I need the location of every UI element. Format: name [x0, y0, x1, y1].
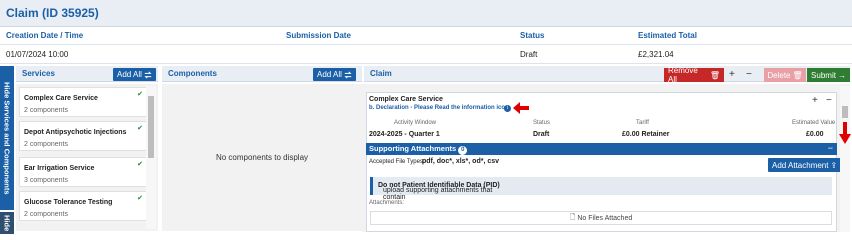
hide-services-tab[interactable]: Hide Services and Components — [0, 66, 14, 210]
hide-services-label: Hide Services and Components — [2, 81, 12, 195]
hide-tab-label: Hide — [2, 214, 12, 232]
components-area: No components to display — [162, 84, 362, 231]
declaration-link[interactable]: b. Declaration - Please Read the informa… — [369, 105, 509, 111]
check-icon: ✔ — [137, 161, 143, 168]
card-collapse-button[interactable]: − — [826, 95, 832, 106]
no-files-text: No Files Attached — [577, 214, 633, 222]
service-name: Ear Irrigation Service — [24, 165, 95, 172]
claim-title-bar: Claim (ID 35925) — [0, 0, 852, 27]
list-item[interactable]: Ear Irrigation Service 3 components ✔ — [19, 157, 147, 187]
remove-all-label: Remove All — [668, 66, 698, 84]
accepted-types-value: pdf, doc*, xls*, od*, csv — [422, 158, 500, 165]
service-count: 3 components — [24, 177, 68, 184]
row-tariff: £0.00 Retainer — [622, 131, 670, 138]
supporting-collapse-button[interactable]: − — [828, 143, 833, 153]
list-item[interactable]: Glucose Tolerance Testing 2 components ✔ — [19, 191, 147, 221]
service-count: 2 components — [24, 211, 68, 218]
check-icon: ✔ — [137, 125, 143, 132]
service-name: Depot Antipsychotic Injections — [24, 129, 127, 136]
services-list: Complex Care Service 2 components ✔ Depo… — [16, 84, 158, 231]
attachments-label: Attachments: — [369, 200, 405, 206]
service-count: 2 components — [24, 141, 68, 148]
submit-button[interactable]: Submit → — [807, 68, 850, 82]
claim-scrollbar[interactable] — [840, 86, 850, 232]
file-icon: 🗋 — [569, 213, 576, 221]
col-status: Status — [533, 120, 551, 126]
remove-all-button[interactable]: Remove All 🗑 — [664, 66, 724, 84]
card-expand-button[interactable]: + — [812, 95, 818, 106]
value-status: Draft — [520, 50, 538, 59]
service-name: Glucose Tolerance Testing — [24, 199, 113, 206]
value-creation-date: 01/07/2024 10:00 — [6, 50, 69, 59]
components-add-all-label: Add All — [317, 70, 342, 79]
accepted-types-label: Accepted File Types: — [369, 159, 425, 165]
annotation-arrow-left-icon — [513, 102, 529, 114]
list-item[interactable]: Depot Antipsychotic Injections 2 compone… — [19, 121, 147, 151]
check-icon: ✔ — [137, 91, 143, 98]
no-files-box: 🗋 No Files Attached — [370, 211, 832, 225]
claim-panel-title: Claim — [370, 69, 392, 78]
supporting-attachments-label: Supporting Attachments 0 — [369, 144, 468, 155]
submit-label: Submit — [811, 70, 836, 80]
delete-button[interactable]: Delete 🗑 — [764, 68, 806, 82]
arrow-right-icon: → — [837, 70, 846, 80]
components-add-all-button[interactable]: Add All — [313, 68, 356, 81]
service-count: 2 components — [24, 107, 68, 114]
header-status: Status — [520, 31, 545, 40]
upload-user-icon: ⇪ — [830, 160, 838, 170]
header-estimated-total: Estimated Total — [638, 31, 697, 40]
pid-warning-box: Do not upload supporting attachments tha… — [370, 177, 832, 201]
col-estimated-value: Estimated Value — [792, 120, 836, 126]
header-creation-date: Creation Date / Time — [6, 31, 84, 40]
hide-tab[interactable]: Hide — [0, 212, 14, 234]
services-scrollbar[interactable] — [146, 86, 156, 229]
row-status: Draft — [533, 131, 550, 138]
attachment-count-badge: 0 — [458, 146, 468, 155]
value-estimated-total: £2,321.04 — [638, 50, 674, 59]
list-item[interactable]: Complex Care Service 2 components ✔ — [19, 87, 147, 117]
check-icon: ✔ — [137, 195, 143, 202]
swap-icon — [144, 70, 152, 79]
col-activity-window: Activity Window — [394, 120, 437, 126]
col-tariff: Tariff — [636, 120, 649, 126]
services-add-all-label: Add All — [117, 70, 142, 79]
row-estimated-value: £0.00 — [806, 131, 824, 138]
collapse-all-button[interactable]: − — [746, 69, 752, 80]
pid-warning-text: Do not upload supporting attachments tha… — [378, 182, 500, 201]
add-attachment-button[interactable]: Add Attachment ⇪ — [768, 158, 842, 172]
components-panel-header: Components Add All — [162, 66, 362, 82]
claim-service-title: Complex Care Service — [369, 96, 443, 103]
annotation-arrow-down-icon — [839, 122, 851, 144]
scrollbar-thumb[interactable] — [148, 96, 154, 158]
components-header: Components — [168, 69, 217, 78]
info-icon[interactable]: i — [504, 105, 511, 112]
swap-icon — [344, 70, 352, 79]
scrollbar-thumb[interactable] — [842, 106, 848, 118]
add-attachment-label: Add Attachment — [772, 160, 829, 170]
services-panel-header: Services Add All — [16, 66, 158, 82]
trash-icon: 🗑 — [709, 70, 720, 80]
summary-value-row: 01/07/2024 10:00 Draft £2,321.04 — [0, 45, 852, 64]
delete-label: Delete — [767, 70, 791, 80]
expand-all-button[interactable]: + — [729, 69, 735, 80]
services-header: Services — [22, 69, 55, 78]
service-name: Complex Care Service — [24, 95, 98, 102]
services-add-all-button[interactable]: Add All — [113, 68, 156, 81]
supporting-attachments-bar[interactable]: Supporting Attachments 0 − — [366, 143, 837, 155]
claim-title: Claim (ID 35925) — [6, 6, 99, 20]
trash-icon: 🗑 — [792, 70, 803, 80]
components-empty-text: No components to display — [215, 153, 309, 162]
header-submission-date: Submission Date — [286, 31, 351, 40]
summary-header-row: Creation Date / Time Submission Date Sta… — [0, 27, 852, 45]
row-activity-window: 2024-2025 - Quarter 1 — [369, 131, 440, 138]
